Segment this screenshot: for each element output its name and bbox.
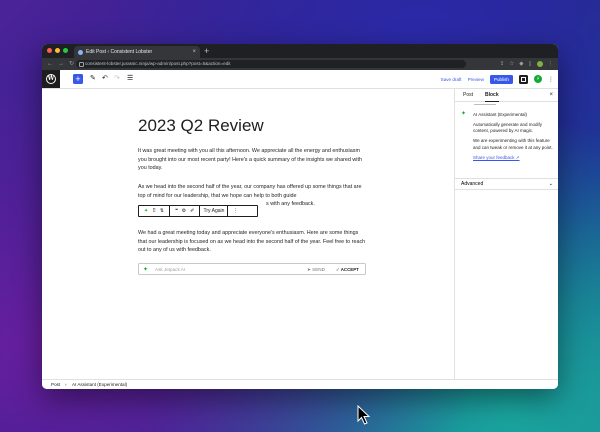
editor-actions: Save draft Preview Publish ⚡ ⋮ [441, 70, 554, 88]
tab-post[interactable]: Post [463, 89, 473, 101]
move-up-down-icon[interactable]: ⇅ [160, 208, 164, 214]
breadcrumb-post[interactable]: Post [51, 380, 60, 389]
sidebar-toggle-icon[interactable]: ▯ [528, 58, 531, 70]
try-again-button[interactable]: Try Again [203, 208, 224, 214]
maximize-window-button[interactable] [63, 48, 68, 53]
undo-icon[interactable]: ↶ [102, 73, 108, 85]
paragraph-block-3[interactable]: We had a great meeting today and appreci… [138, 229, 368, 255]
ai-prompt-bar: ✦ ➤ SEND ✓ ACCEPT [138, 263, 366, 275]
browser-extensions: ⇪ ☆ ◆ ▯ ⋮ [500, 58, 553, 70]
block-description: Automatically generate and modify conten… [473, 122, 543, 134]
paragraph-block-2-text: As we head into the second half of the y… [138, 184, 362, 199]
mouse-cursor-icon [357, 405, 371, 425]
save-draft-button[interactable]: Save draft [441, 77, 462, 82]
ai-sparkle-icon: ✦ [143, 267, 149, 273]
gear-icon[interactable]: ⚙ [182, 208, 186, 214]
paragraph-block-1[interactable]: It was great meeting with you all this a… [138, 147, 368, 173]
browser-nav-buttons: ← → ↻ [47, 58, 74, 70]
advanced-label: Advanced [461, 181, 484, 187]
chevron-down-icon: ⌄ [548, 181, 553, 187]
publish-button[interactable]: Publish [489, 74, 513, 84]
minimize-window-button[interactable] [55, 48, 60, 53]
block-toolbar: ✦ ⠿ ⇅ ❝ ⚙ ✐ Try Again ⋮ [138, 205, 258, 217]
send-label: SEND [312, 267, 325, 272]
ai-assistant-block-icon: ✦ [461, 111, 467, 117]
wordpress-logo-icon: W [46, 74, 56, 84]
close-tab-icon[interactable]: × [192, 46, 196, 58]
options-menu-icon[interactable]: ⋮ [548, 76, 554, 83]
settings-toggle-button[interactable] [519, 74, 528, 84]
experimental-note: We are experimenting with this feature a… [473, 138, 553, 150]
browser-tab[interactable]: Edit Post ‹ Consistent Lobster × [74, 46, 200, 58]
editor-canvas[interactable]: 2023 Q2 Review It was great meeting with… [42, 89, 454, 379]
browser-tab-title: Edit Post ‹ Consistent Lobster [86, 49, 153, 55]
lock-icon [79, 62, 84, 67]
forward-arrow-icon[interactable]: → [58, 58, 64, 70]
share-icon[interactable]: ⇪ [500, 58, 505, 70]
quote-icon[interactable]: ❝ [175, 208, 178, 214]
magic-wand-icon[interactable]: ✐ [190, 208, 194, 214]
drag-handle-icon[interactable]: ⠿ [152, 208, 156, 214]
more-options-icon[interactable]: ⋮ [233, 208, 238, 214]
divider [474, 104, 496, 105]
browser-tab-strip: Edit Post ‹ Consistent Lobster × + [42, 44, 558, 58]
preview-button[interactable]: Preview [468, 77, 484, 82]
profile-avatar[interactable] [536, 61, 543, 67]
back-arrow-icon[interactable]: ← [47, 58, 53, 70]
redo-icon[interactable]: ↷ [114, 73, 120, 85]
reload-icon[interactable]: ↻ [69, 58, 74, 70]
jetpack-icon[interactable]: ⚡ [534, 75, 542, 83]
document-overview-icon[interactable]: ☰ [127, 73, 133, 85]
block-card-title: AI Assistant (Experimental) [473, 112, 528, 117]
more-options-segment: ⋮ [228, 206, 243, 216]
address-bar[interactable]: consistent-lobster.jurassic.ninja/wp-adm… [76, 60, 466, 68]
try-again-segment: Try Again [200, 206, 229, 216]
ai-assistant-icon[interactable]: ✦ [144, 208, 148, 214]
browser-menu-icon[interactable]: ⋮ [548, 58, 554, 70]
wordpress-favicon-icon [78, 49, 83, 55]
editor-top-toolbar: W + ✎ ↶ ↷ ☰ Save draft Preview Publish ⚡… [42, 70, 558, 89]
bookmark-star-icon[interactable]: ☆ [509, 58, 514, 70]
wordpress-logo-button[interactable]: W [42, 70, 60, 88]
accept-button[interactable]: ✓ ACCEPT [336, 264, 359, 275]
block-breadcrumb: Post › AI Assistant (Experimental) [42, 379, 558, 389]
advanced-panel-toggle[interactable]: Advanced ⌄ [455, 178, 558, 190]
new-tab-button[interactable]: + [204, 44, 209, 58]
breadcrumb-separator: › [65, 382, 67, 387]
accept-label: ACCEPT [340, 267, 359, 272]
post-title[interactable]: 2023 Q2 Review [138, 116, 264, 136]
browser-address-row: ← → ↻ consistent-lobster.jurassic.ninja/… [42, 58, 558, 70]
block-card: ✦ AI Assistant (Experimental) [461, 111, 553, 118]
close-window-button[interactable] [47, 48, 52, 53]
pencil-tool-icon[interactable]: ✎ [90, 73, 96, 85]
send-button[interactable]: ➤ SEND [307, 264, 325, 275]
window-controls [47, 48, 68, 53]
browser-window: Edit Post ‹ Consistent Lobster × + ← → ↻… [42, 44, 558, 389]
feedback-link[interactable]: Share your feedback ↗ [473, 155, 520, 160]
block-inspector: ✦ AI Assistant (Experimental) Automatica… [461, 101, 553, 161]
block-type-segment: ✦ ⠿ ⇅ [139, 206, 171, 216]
add-block-button[interactable]: + [73, 74, 83, 84]
block-tools-segment: ❝ ⚙ ✐ [170, 206, 201, 216]
breadcrumb-block[interactable]: AI Assistant (Experimental) [72, 380, 127, 389]
close-sidebar-icon[interactable]: × [549, 89, 553, 101]
address-bar-url: consistent-lobster.jurassic.ninja/wp-adm… [85, 61, 231, 66]
ai-prompt-input[interactable] [155, 265, 295, 274]
extension-puzzle-icon[interactable]: ◆ [519, 58, 523, 70]
settings-sidebar: Post Block × ✦ AI Assistant (Experimenta… [454, 89, 558, 379]
